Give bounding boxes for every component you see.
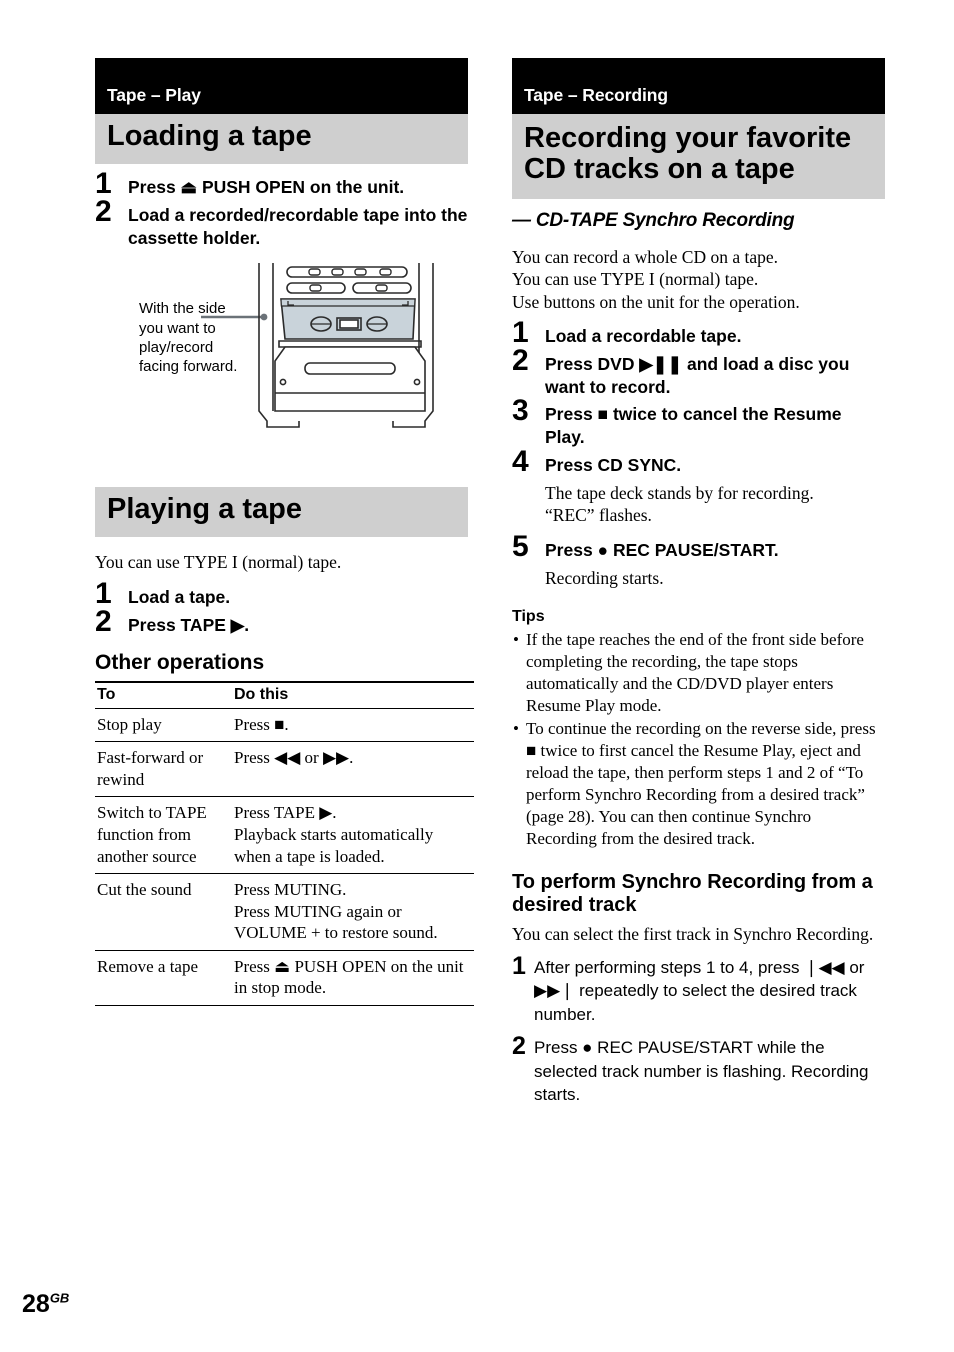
step-number: 5 [512,530,529,564]
tip-item: To continue the recording on the reverse… [512,718,885,851]
step-number: 2 [95,194,112,228]
table-row: Remove a tape Press ⏏ PUSH OPEN on the u… [95,950,474,1006]
table-row: Fast-forward or rewind Press ◀◀ or ▶▶. [95,741,474,798]
step-text: After performing steps 1 to 4, press ❘◀◀… [534,957,865,1024]
step-item: 5 Press ● REC PAUSE/START. Recording sta… [512,532,885,590]
left-column: Tape – Play Loading a tape 1 Press ⏏ PUS… [95,58,474,1006]
page-number-region: GB [49,1290,70,1306]
step-note: Recording starts. [545,567,664,588]
table-cell-do: Press ■. [232,708,474,743]
playing-a-tape-steps: 1 Load a tape. 2 Press TAPE ▶. [95,578,468,637]
step-number: 4 [512,444,529,478]
step-text: Press DVD ▶❚❚ and load a disc you want t… [545,353,850,397]
step-item: 2 Press ● REC PAUSE/START while the sele… [512,1032,885,1106]
table-cell-to: Stop play [95,708,232,743]
page-title-recording-cd-tracks: Recording your favorite CD tracks on a t… [512,114,885,199]
sub-procedure-heading: To perform Synchro Recording from a desi… [512,870,873,916]
table-row: Cut the sound Press MUTING. Press MUTING… [95,873,474,951]
right-column: Tape – Recording Recording your favorite… [512,58,885,1109]
table-row: Switch to TAPE function from another sou… [95,796,474,875]
step-item: 1 Load a tape. [95,578,468,609]
other-operations-table: To Do this Stop play Press ■. Fast-forwa… [95,680,474,1006]
step-text: Load a recordable tape. [545,325,742,346]
page-number: 28GB [22,1290,69,1319]
manual-page: Tape – Play Loading a tape 1 Press ⏏ PUS… [0,0,954,1352]
step-number: 1 [512,951,526,980]
step-text: Load a tape. [128,586,231,607]
step-item: 1 Load a recordable tape. [512,317,885,348]
recording-intro: You can record a whole CD on a tape. You… [512,246,800,312]
step-item: 1 Press ⏏ PUSH OPEN on the unit. [95,168,468,199]
step-number: 2 [512,1032,526,1061]
section-bar-tape-recording: Tape – Recording [512,58,885,115]
step-item: 2 Press DVD ▶❚❚ and load a disc you want… [512,345,885,399]
table-cell-do: Press ⏏ PUSH OPEN on the unit in stop mo… [232,950,474,1006]
table-cell-do: Press TAPE ▶. Playback starts automatica… [232,796,474,875]
step-item: 1 After performing steps 1 to 4, press ❘… [512,951,885,1026]
section-bar-tape-play: Tape – Play [95,58,468,115]
tip-item: If the tape reaches the end of the front… [512,629,885,717]
step-text: Press ■ twice to cancel the Resume Play. [545,404,842,448]
playing-a-tape-intro: You can use TYPE I (normal) tape. [95,552,342,573]
step-item: 2 Press TAPE ▶. [95,606,468,637]
loading-a-tape-steps: 1 Press ⏏ PUSH OPEN on the unit. 2 Load … [95,168,468,250]
sub-procedure-steps: 1 After performing steps 1 to 4, press ❘… [512,951,885,1107]
page-subtitle: — CD-TAPE Synchro Recording [512,209,795,231]
step-text: Press ⏏ PUSH OPEN on the unit. [128,176,405,197]
sub-procedure-intro: You can select the first track in Synchr… [512,923,874,944]
table-cell-do: Press MUTING. Press MUTING again or VOLU… [232,873,474,951]
tips-heading: Tips [512,607,545,625]
step-item: 4 Press CD SYNC. The tape deck stands by… [512,446,885,527]
cassette-deck-illustration [201,263,434,429]
step-text: Press TAPE ▶. [128,614,250,635]
table-header-to: To [95,680,232,709]
step-item: 2 Load a recorded/recordable tape into t… [95,196,468,250]
table-cell-do: Press ◀◀ or ▶▶. [232,741,474,798]
step-text: Load a recorded/recordable tape into the… [128,204,468,248]
step-note: The tape deck stands by for recording. “… [545,482,814,526]
step-text: Press ● REC PAUSE/START while the select… [534,1038,869,1105]
table-header-do-this: Do this [232,680,474,709]
table-row: Stop play Press ■. [95,708,474,743]
step-text: Press CD SYNC. The tape deck stands by f… [545,451,885,527]
synchro-recording-steps: 1 Load a recordable tape. 2 Press DVD ▶❚… [512,317,885,590]
page-title-loading-a-tape: Loading a tape [95,114,468,164]
page-number-value: 28 [22,1290,50,1318]
step-label: Press CD SYNC. [545,454,682,475]
other-operations-heading: Other operations [95,650,265,674]
step-text: Press ● REC PAUSE/START. Recording start… [545,536,885,590]
table-header-row: To Do this [95,680,474,709]
table-cell-to: Cut the sound [95,873,232,951]
table-cell-to: Fast-forward or rewind [95,741,232,798]
step-number: 2 [95,604,112,638]
tips-list: If the tape reaches the end of the front… [512,629,885,851]
table-cell-to: Switch to TAPE function from another sou… [95,796,232,875]
page-title-playing-a-tape: Playing a tape [95,487,468,538]
step-label: Press ● REC PAUSE/START. [545,540,779,561]
step-item: 3 Press ■ twice to cancel the Resume Pla… [512,396,885,449]
step-number: 3 [512,394,529,428]
table-cell-to: Remove a tape [95,950,232,1006]
cassette-deck-figure: With the side you want to play/record fa… [95,261,468,431]
step-number: 2 [512,343,529,377]
